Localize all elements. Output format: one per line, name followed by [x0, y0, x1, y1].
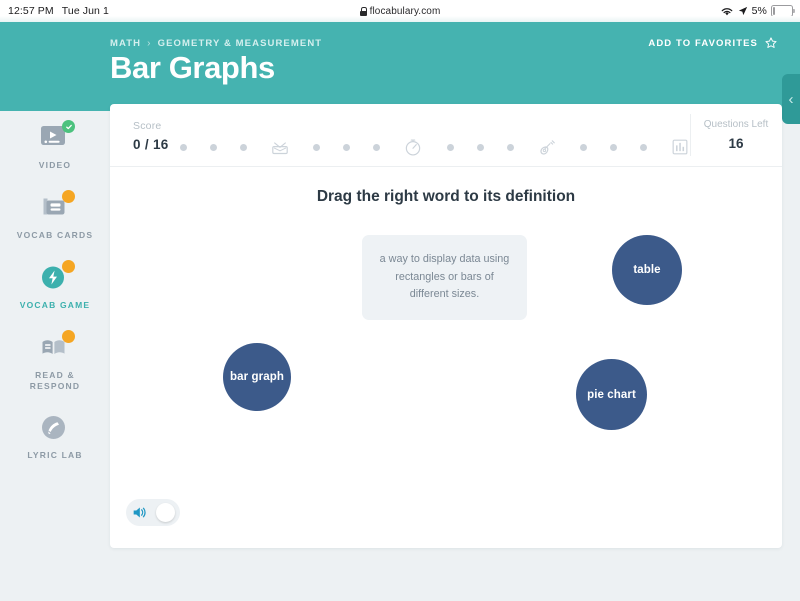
word-bubble-label: pie chart: [587, 388, 636, 401]
page-url: flocabulary.com: [369, 5, 441, 17]
address-display[interactable]: flocabulary.com: [0, 6, 800, 17]
location-arrow-icon: [738, 6, 747, 16]
chevron-left-icon: ‹: [788, 90, 794, 108]
progress-dot: [313, 143, 321, 151]
word-bubble-bar-graph[interactable]: bar graph: [223, 343, 291, 411]
collapse-panel-tab[interactable]: ‹: [782, 74, 800, 124]
definition-text: a way to display data using rectangles o…: [379, 253, 510, 301]
score-value: 0 / 16: [133, 137, 169, 152]
progress-dot: [639, 143, 647, 151]
word-bubble-pie-chart[interactable]: pie chart: [576, 359, 647, 430]
lock-icon: [359, 6, 367, 16]
activity-card: Score 0 / 16 Questions Left 16 Drag the …: [110, 104, 782, 548]
sidebar-item-vocab-cards[interactable]: VOCAB CARDS: [0, 190, 110, 241]
todo-badge: [62, 190, 75, 203]
sidebar-item-label: VOCAB CARDS: [16, 230, 94, 240]
progress-dot: [579, 143, 587, 151]
score-label: Score: [133, 120, 162, 132]
progress-dot: [446, 143, 454, 151]
tv-icon: [270, 137, 290, 157]
bar-chart-icon: [670, 137, 690, 157]
sidebar-item-lyric-lab[interactable]: LYRIC LAB: [0, 413, 110, 461]
app-root: 12:57 PM Tue Jun 1 flocabulary.com 5% MA…: [0, 0, 800, 601]
todo-badge: [62, 260, 75, 273]
progress-dot: [210, 143, 218, 151]
sidebar-item-label: LYRIC LAB: [27, 450, 83, 460]
completed-badge: [62, 120, 75, 133]
progress-track: [180, 134, 690, 160]
lyric-lab-icon: [38, 413, 72, 443]
activity-sidebar: VIDEO VOCAB CARDS VOCAB GAME READ & RESP…: [0, 111, 110, 601]
sidebar-item-label: READ & RESPOND: [29, 370, 81, 392]
sidebar-item-read-respond[interactable]: READ & RESPOND: [0, 330, 110, 393]
sidebar-item-label: VOCAB GAME: [19, 300, 91, 310]
breadcrumb: MATH › GEOMETRY & MEASUREMENT: [110, 38, 322, 49]
game-prompt: Drag the right word to its definition: [316, 188, 576, 205]
star-outline-icon: [765, 37, 777, 48]
audio-toggle[interactable]: [126, 499, 180, 526]
speaker-icon: [133, 507, 146, 518]
breadcrumb-separator: ›: [147, 38, 152, 49]
vocab-cards-icon: [38, 190, 75, 223]
questions-left: Questions Left 16: [690, 104, 782, 166]
progress-dot: [373, 143, 381, 151]
todo-badge: [62, 330, 75, 343]
sidebar-item-vocab-game[interactable]: VOCAB GAME: [0, 260, 110, 311]
questions-left-label: Questions Left: [703, 119, 769, 130]
add-to-favorites-label: ADD TO FAVORITES: [648, 37, 758, 49]
definition-drop-target[interactable]: a way to display data using rectangles o…: [362, 235, 527, 320]
progress-dot: [476, 143, 484, 151]
vocab-game-icon: [38, 260, 75, 293]
breadcrumb-item-unit[interactable]: GEOMETRY & MEASUREMENT: [158, 38, 323, 49]
breadcrumb-item-subject[interactable]: MATH: [110, 38, 141, 49]
read-respond-icon: [38, 330, 75, 363]
add-to-favorites-button[interactable]: ADD TO FAVORITES: [648, 36, 778, 50]
progress-dot: [180, 143, 187, 151]
wifi-icon: [721, 7, 732, 15]
video-icon: [38, 120, 75, 153]
progress-dot: [240, 143, 248, 151]
sidebar-item-video[interactable]: VIDEO: [0, 120, 110, 171]
guitar-icon: [537, 137, 557, 157]
page-header: MATH › GEOMETRY & MEASUREMENT Bar Graphs…: [0, 22, 800, 124]
word-bubble-label: table: [633, 264, 661, 276]
stopwatch-icon: [403, 137, 423, 157]
toggle-knob[interactable]: [156, 503, 175, 522]
word-bubble-table[interactable]: table: [612, 235, 682, 305]
score-bar: Score 0 / 16 Questions Left 16: [110, 104, 782, 167]
progress-dot: [343, 143, 351, 151]
sidebar-item-label: VIDEO: [38, 160, 72, 170]
progress-dot: [506, 143, 514, 151]
page-title: Bar Graphs: [110, 50, 275, 85]
progress-dot: [609, 143, 617, 151]
questions-left-value: 16: [728, 136, 744, 151]
word-bubble-label: bar graph: [230, 371, 284, 383]
